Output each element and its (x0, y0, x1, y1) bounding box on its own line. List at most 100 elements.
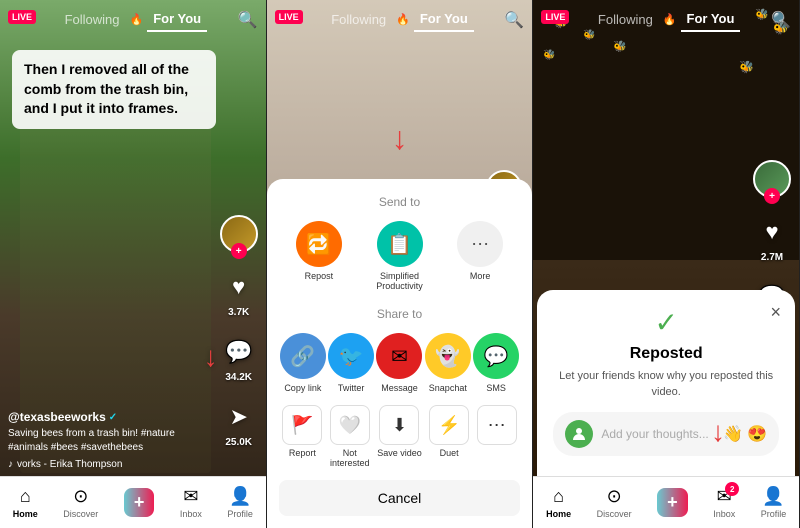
share-to-row: 🔗 Copy link 🐦 Twitter ✉ Message 👻 Snapch… (279, 333, 521, 393)
tab-following-3[interactable]: Following (592, 8, 659, 31)
copy-link-item[interactable]: 🔗 Copy link (280, 333, 326, 393)
report-item[interactable]: 🚩 Report (282, 405, 322, 468)
copy-link-label: Copy link (284, 383, 321, 393)
more-sq: ⋯ (477, 405, 517, 445)
save-video-item[interactable]: ⬇ Save video (377, 405, 422, 468)
discover-icon-3: ⊙ (607, 486, 622, 507)
verified-badge-1: ✓ (109, 412, 117, 423)
tab-foryou-3[interactable]: For You (681, 7, 741, 32)
report-sq: 🚩 (282, 405, 322, 445)
nav-discover-1[interactable]: ⊙ Discover (63, 486, 98, 519)
red-arrow-2: ↓ (392, 120, 408, 157)
nav-inbox-1[interactable]: ✉ Inbox (180, 486, 202, 519)
emoji-heart-eyes[interactable]: 😍 (747, 424, 767, 444)
action-buttons-1: + ♥ 3.7K 💬 34.2K ➤ 25.0K (220, 215, 258, 448)
nav-add-3[interactable]: + (657, 488, 688, 517)
tab-foryou-1[interactable]: For You (147, 7, 207, 32)
simplified-circle: 📋 (377, 221, 423, 267)
action-row: 🚩 Report 🤍 Notinterested ⬇ Save video ⚡ … (279, 405, 521, 468)
add-button-3[interactable]: + (657, 488, 688, 517)
not-interested-label: Notinterested (330, 448, 370, 468)
duet-item[interactable]: ⚡ Duet (429, 405, 469, 468)
tab-following-1[interactable]: Following (59, 8, 126, 31)
more-actions-item[interactable]: ⋯ (477, 405, 517, 468)
not-interested-item[interactable]: 🤍 Notinterested (330, 405, 370, 468)
cancel-button[interactable]: Cancel (279, 480, 521, 516)
share-to-title: Share to (279, 307, 521, 321)
repost-label: Repost (305, 271, 334, 281)
share-count-1: 25.0K (225, 437, 252, 448)
nav-profile-3[interactable]: 👤 Profile (761, 486, 787, 519)
save-video-label: Save video (377, 448, 422, 458)
username-1: @texasbeeworks ✓ (8, 410, 216, 424)
heart-count-1: 3.7K (228, 307, 249, 318)
topbar-3: LIVE Following 🔥 For You 🔍 (533, 0, 799, 38)
twitter-label: Twitter (338, 383, 365, 393)
nav-discover-3[interactable]: ⊙ Discover (597, 486, 632, 519)
red-arrow-1: ↓ (204, 341, 218, 373)
follow-plus-3: + (764, 188, 780, 204)
snapchat-item[interactable]: 👻 Snapchat (425, 333, 471, 393)
profile-icon-1: 👤 (229, 486, 251, 507)
repost-title: Reposted (553, 345, 779, 363)
nav-profile-1[interactable]: 👤 Profile (227, 486, 253, 519)
copy-link-circle: 🔗 (280, 333, 326, 379)
description-1: Saving bees from a trash bin! #nature #a… (8, 427, 216, 455)
add-button-1[interactable]: + (124, 488, 155, 517)
twitter-item[interactable]: 🐦 Twitter (328, 333, 374, 393)
emoji-buttons[interactable]: 👋 😍 (723, 424, 767, 444)
home-label-1: Home (13, 509, 38, 519)
nav-home-3[interactable]: ⌂ Home (546, 486, 571, 519)
inbox-label-3: Inbox (713, 509, 735, 519)
close-button[interactable]: × (771, 302, 782, 323)
live-badge-3: LIVE (541, 10, 569, 24)
search-icon-1[interactable]: 🔍 (238, 10, 258, 30)
repost-item[interactable]: 🔁 Repost (296, 221, 342, 291)
send-to-title: Send to (279, 195, 521, 209)
comment-button-1[interactable]: 💬 34.2K (221, 334, 257, 383)
tab-group-3: Following 🔥 For You (592, 7, 741, 32)
panel-2: LIVE Following 🔥 For You 🔍 ↓ + Send to 🔁… (267, 0, 534, 528)
repost-check-icon: ✓ (553, 306, 779, 339)
bottom-nav-3: ⌂ Home ⊙ Discover + ✉ 2 Inbox 👤 Profile (533, 476, 799, 528)
message-item[interactable]: ✉ Message (376, 333, 422, 393)
topbar-2: LIVE Following 🔥 For You 🔍 (267, 0, 533, 38)
user-avatar-input (565, 420, 593, 448)
sms-item[interactable]: 💬 SMS (473, 333, 519, 393)
bee-5: 🐝 (543, 50, 555, 61)
heart-count-3: 2.7M (761, 252, 783, 263)
nav-home-1[interactable]: ⌂ Home (13, 486, 38, 519)
simplified-item[interactable]: 📋 SimplifiedProductivity (376, 221, 423, 291)
simplified-label: SimplifiedProductivity (376, 271, 423, 291)
thoughts-placeholder: Add your thoughts... (601, 427, 715, 441)
heart-icon-1: ♥ (221, 269, 257, 305)
follow-plus-1: + (231, 243, 247, 259)
duet-label: Duet (440, 448, 459, 458)
heart-button-1[interactable]: ♥ 3.7K (221, 269, 257, 318)
profile-icon-3: 👤 (762, 486, 784, 507)
inbox-icon-1: ✉ (183, 486, 198, 507)
home-label-3: Home (546, 509, 571, 519)
search-icon-3[interactable]: 🔍 (771, 10, 791, 30)
nav-inbox-3[interactable]: ✉ 2 Inbox (713, 486, 735, 519)
more-item[interactable]: ⋯ More (457, 221, 503, 291)
nav-add-1[interactable]: + (124, 488, 155, 517)
twitter-circle: 🐦 (328, 333, 374, 379)
live-badge-2: LIVE (275, 10, 303, 24)
heart-button-3[interactable]: ♥ 2.7M (754, 214, 790, 263)
music-text-1: vorks - Erika Thompson (17, 459, 122, 470)
more-circle: ⋯ (457, 221, 503, 267)
save-video-sq: ⬇ (379, 405, 419, 445)
share-button-1[interactable]: ➤ 25.0K (221, 399, 257, 448)
emoji-wave[interactable]: 👋 (723, 424, 743, 444)
avatar-container-1[interactable]: + (220, 215, 258, 253)
thoughts-input-area[interactable]: Add your thoughts... 👋 😍 (553, 412, 779, 456)
avatar-container-3[interactable]: + (753, 160, 791, 198)
sms-label: SMS (486, 383, 506, 393)
home-icon-1: ⌂ (20, 486, 31, 507)
bottom-nav-1: ⌂ Home ⊙ Discover + ✉ Inbox 👤 Profile (0, 476, 266, 528)
tab-foryou-2[interactable]: For You (414, 7, 474, 32)
tab-following-2[interactable]: Following (325, 8, 392, 31)
search-icon-2[interactable]: 🔍 (504, 10, 524, 30)
snapchat-label: Snapchat (429, 383, 467, 393)
